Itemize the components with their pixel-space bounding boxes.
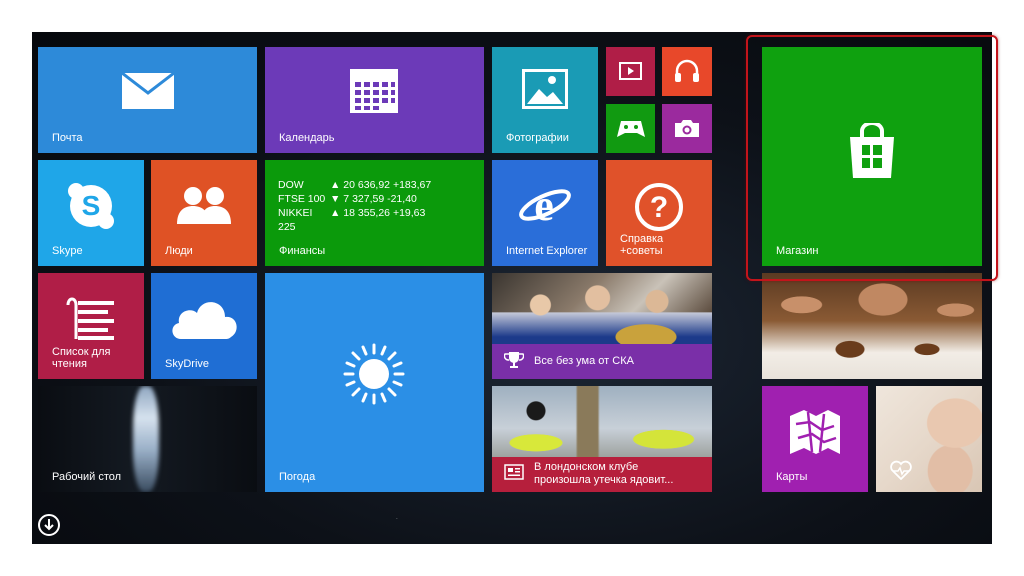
svg-text:e: e <box>534 181 554 230</box>
help-tile[interactable]: ? Справка +советы <box>606 160 712 266</box>
people-label: Люди <box>165 245 193 257</box>
envelope-icon <box>122 71 174 111</box>
mail-tile[interactable]: Почта <box>38 47 257 153</box>
weather-label: Погода <box>279 471 316 483</box>
ticker-name: FTSE 100 <box>278 193 326 205</box>
store-tile[interactable]: Магазин <box>762 47 982 266</box>
finance-label: Финансы <box>279 245 326 257</box>
games-tile[interactable] <box>606 104 655 153</box>
news-headline: В лондонском клубе произошла утечка ядов… <box>534 461 674 486</box>
headphones-icon <box>674 58 700 84</box>
help-label: Справка +советы <box>620 233 664 257</box>
ticker-value: ▲ 18 355,26 +19,63 <box>330 207 426 219</box>
ticker-row: DOW ▲ 20 636,92 +183,67 <box>278 178 431 192</box>
calendar-icon <box>350 69 398 113</box>
ticker-value: ▲ 20 636,92 +183,67 <box>330 179 432 191</box>
mail-label: Почта <box>52 132 83 144</box>
video-icon <box>619 62 642 80</box>
maps-tile[interactable]: Карты <box>762 386 868 492</box>
skype-icon: S <box>67 182 115 230</box>
people-icon <box>175 186 233 224</box>
sun-icon <box>343 343 405 405</box>
news-photo <box>492 386 712 457</box>
gamepad-icon <box>617 119 645 139</box>
weather-tile[interactable]: Погода <box>265 273 484 492</box>
reading-list-icon <box>66 295 118 341</box>
ticker-row: FTSE 100 ▼ 7 327,59 -21,40 <box>278 192 431 206</box>
maps-label: Карты <box>776 471 808 483</box>
reading-list-tile[interactable]: Список для чтения <box>38 273 144 379</box>
map-icon <box>788 408 842 456</box>
store-label: Магазин <box>776 245 819 257</box>
newspaper-icon <box>504 464 524 485</box>
cloud-icon <box>169 295 241 341</box>
news-headline: Все без ума от СКА <box>534 355 634 367</box>
camera-tile[interactable] <box>662 104 712 153</box>
calendar-tile[interactable]: Календарь <box>265 47 484 153</box>
trophy-icon <box>503 351 525 374</box>
music-tile[interactable] <box>662 47 712 96</box>
news-caption-bar: В лондонском клубе произошла утечка ядов… <box>492 457 712 492</box>
food-photo <box>762 273 982 379</box>
skydrive-label: SkyDrive <box>165 358 210 370</box>
ticker-row: NIKKEI 225 ▲ 18 355,26 +19,63 <box>278 206 431 234</box>
photos-tile[interactable]: Фотографии <box>492 47 598 153</box>
ticker-name: NIKKEI 225 <box>278 207 313 233</box>
stock-ticker: DOW ▲ 20 636,92 +183,67 FTSE 100 ▼ 7 327,5… <box>278 178 431 234</box>
skydrive-tile[interactable]: SkyDrive <box>151 273 257 379</box>
svg-text:?: ? <box>650 191 668 224</box>
photos-label: Фотографии <box>506 132 569 144</box>
ie-tile[interactable]: e Internet Explorer <box>492 160 598 266</box>
news-photo <box>492 273 712 344</box>
people-tile[interactable]: Люди <box>151 160 257 266</box>
heart-pulse-icon <box>890 460 912 480</box>
desktop-wallpaper <box>133 386 159 492</box>
down-arrow-icon <box>44 519 54 531</box>
calendar-label: Календарь <box>279 132 335 144</box>
question-icon: ? <box>634 182 684 232</box>
video-tile[interactable] <box>606 47 655 96</box>
all-apps-button[interactable] <box>38 514 60 536</box>
ticker-name: DOW <box>278 179 304 191</box>
health-photo-tile[interactable] <box>876 386 982 492</box>
internet-explorer-icon: e <box>518 180 572 230</box>
start-screen: Почта Календарь Фотографии S Skype Люди … <box>32 32 992 544</box>
news-tile-hockey[interactable]: Все без ума от СКА <box>492 273 712 379</box>
finance-tile[interactable]: DOW ▲ 20 636,92 +183,67 FTSE 100 ▼ 7 327,5… <box>265 160 484 266</box>
reading-list-label: Список для чтения <box>52 346 111 370</box>
skype-label: Skype <box>52 245 83 257</box>
skype-tile[interactable]: S Skype <box>38 160 144 266</box>
news-caption-bar: Все без ума от СКА <box>492 344 712 379</box>
shopping-bag-icon <box>847 123 897 179</box>
desktop-tile[interactable]: Рабочий стол <box>38 386 257 492</box>
ie-label: Internet Explorer <box>506 245 588 257</box>
camera-icon <box>674 118 700 138</box>
news-tile-london[interactable]: В лондонском клубе произошла утечка ядов… <box>492 386 712 492</box>
svg-text:S: S <box>82 190 101 221</box>
food-photo-tile[interactable] <box>762 273 982 379</box>
desktop-label: Рабочий стол <box>52 471 122 483</box>
ticker-value: ▼ 7 327,59 -21,40 <box>330 193 417 205</box>
landscape-photo-icon <box>522 69 568 109</box>
